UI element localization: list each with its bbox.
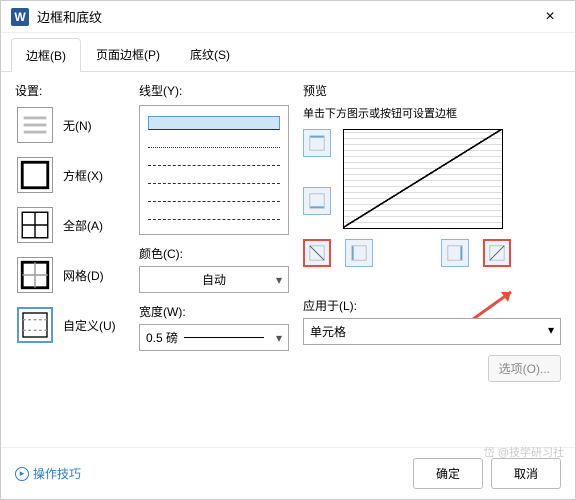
settings-list: 无(N) 方框(X) 全部(A) 网格(D) 自定义(U) [15, 105, 125, 345]
settings-column: 设置: 无(N) 方框(X) 全部(A) 网格(D) [15, 82, 125, 437]
tips-label: 操作技巧 [33, 465, 81, 482]
setting-all[interactable]: 全部(A) [15, 205, 125, 245]
tab-borders-label: 边框(B) [26, 49, 66, 63]
all-icon [17, 207, 53, 243]
cancel-button[interactable]: 取消 [491, 458, 561, 489]
borders-shading-dialog: W 边框和底纹 × 边框(B) 页面边框(P) 底纹(S) 设置: 无(N) 方… [0, 0, 576, 500]
border-bottom-button[interactable] [303, 187, 331, 215]
border-diag-down-button[interactable] [303, 239, 331, 267]
setting-grid-label: 网格(D) [63, 267, 104, 284]
dialog-title: 边框和底纹 [37, 7, 535, 26]
dialog-content: 设置: 无(N) 方框(X) 全部(A) 网格(D) [1, 72, 575, 447]
style-dashdot[interactable] [148, 224, 280, 235]
custom-icon [17, 307, 53, 343]
border-top-button[interactable] [303, 129, 331, 157]
color-select[interactable]: 自动 [139, 266, 289, 293]
bottom-border-buttons [303, 239, 561, 267]
width-label: 宽度(W): [139, 303, 289, 320]
setting-custom[interactable]: 自定义(U) [15, 305, 125, 345]
preview-column: 预览 单击下方图示或按钮可设置边框 应用于(L): 单元格 [303, 82, 561, 437]
style-dashed-1[interactable] [148, 152, 280, 166]
titlebar: W 边框和底纹 × [1, 1, 575, 33]
style-label: 线型(Y): [139, 82, 289, 99]
width-select[interactable]: 0.5 磅 [139, 324, 289, 351]
tips-icon: ▸ [15, 467, 29, 481]
style-solid[interactable] [148, 116, 280, 130]
setting-box-label: 方框(X) [63, 167, 103, 184]
box-icon [17, 157, 53, 193]
width-value: 0.5 磅 [146, 329, 178, 346]
tab-shading-label: 底纹(S) [190, 48, 230, 62]
style-dashed-3[interactable] [148, 188, 280, 202]
color-label: 颜色(C): [139, 245, 289, 262]
style-dashed-2[interactable] [148, 170, 280, 184]
options-button: 选项(O)... [488, 355, 561, 382]
color-value: 自动 [202, 271, 226, 288]
color-group: 颜色(C): 自动 [139, 245, 289, 293]
style-column: 线型(Y): 颜色(C): 自动 宽度(W): 0.5 磅 [139, 82, 289, 437]
app-icon: W [11, 8, 29, 26]
setting-all-label: 全部(A) [63, 217, 103, 234]
tab-bar: 边框(B) 页面边框(P) 底纹(S) [1, 37, 575, 72]
tab-page-borders[interactable]: 页面边框(P) [81, 37, 175, 71]
watermark: 岱 @技学研习社 [484, 444, 564, 460]
border-right-button[interactable] [441, 239, 469, 267]
preview-hint: 单击下方图示或按钮可设置边框 [303, 105, 561, 121]
setting-grid[interactable]: 网格(D) [15, 255, 125, 295]
settings-label: 设置: [15, 82, 125, 99]
setting-none[interactable]: 无(N) [15, 105, 125, 145]
none-icon [17, 107, 53, 143]
preview-layout [303, 129, 561, 229]
tab-page-borders-label: 页面边框(P) [96, 48, 160, 62]
width-group: 宽度(W): 0.5 磅 [139, 303, 289, 351]
tab-shading[interactable]: 底纹(S) [175, 37, 245, 71]
style-dotted[interactable] [148, 134, 280, 148]
apply-to-group: 应用于(L): 单元格 [303, 297, 561, 345]
setting-box[interactable]: 方框(X) [15, 155, 125, 195]
ok-button[interactable]: 确定 [413, 458, 483, 489]
preview-diagram[interactable] [343, 129, 503, 229]
tab-borders[interactable]: 边框(B) [11, 38, 81, 72]
setting-none-label: 无(N) [63, 117, 92, 134]
style-dashed-4[interactable] [148, 206, 280, 220]
line-style-list[interactable] [139, 105, 289, 235]
grid-icon [17, 257, 53, 293]
apply-to-label: 应用于(L): [303, 297, 561, 314]
border-left-button[interactable] [345, 239, 373, 267]
side-border-buttons [303, 129, 331, 229]
close-button[interactable]: × [535, 8, 565, 26]
border-diag-up-button[interactable] [483, 239, 511, 267]
setting-custom-label: 自定义(U) [63, 317, 116, 334]
preview-label: 预览 [303, 82, 561, 99]
tips-link[interactable]: ▸ 操作技巧 [15, 465, 81, 482]
apply-to-value: 单元格 [310, 323, 346, 340]
apply-to-select[interactable]: 单元格 [303, 318, 561, 345]
